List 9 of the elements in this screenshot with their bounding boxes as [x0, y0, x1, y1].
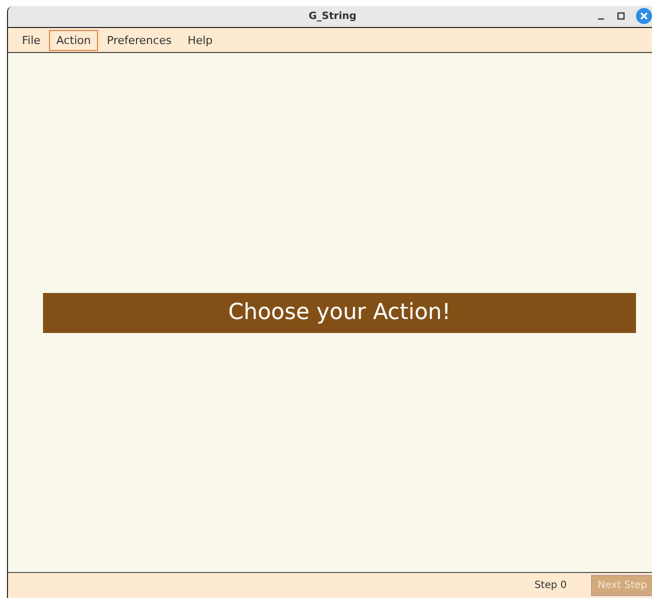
menu-item[interactable]: File — [15, 30, 48, 50]
maximize-icon[interactable] — [616, 11, 626, 21]
menu-item[interactable]: Action — [49, 30, 98, 50]
banner: Choose your Action! — [43, 292, 636, 332]
window-title: G_String — [308, 11, 356, 22]
menu-item[interactable]: Help — [180, 30, 220, 50]
close-icon[interactable] — [636, 8, 652, 24]
menu-item[interactable]: Preferences — [100, 30, 179, 50]
step-counter: Step 0 — [534, 580, 567, 591]
